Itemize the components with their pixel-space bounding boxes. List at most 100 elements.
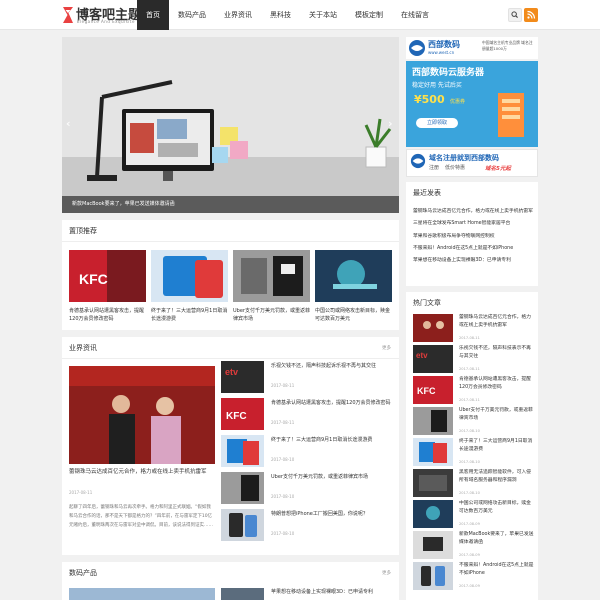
- news-thumbnail: etv: [221, 361, 264, 393]
- westcn-logo-icon: [409, 40, 425, 56]
- hot-posts-widget: 热门文章 蕾钢珠马云达成百亿元合作，格力或在线上卖手机抗雷军 2017-08-1…: [406, 292, 538, 600]
- hot-item[interactable]: etv 乐视欠钱不还，隔声科技表示不再与其交往 2017-08-11: [413, 345, 533, 375]
- nav-tech[interactable]: 黑科技: [261, 0, 300, 30]
- hero-slider[interactable]: ‹ › 新款MacBook要来了，苹果已发送媒体邀请函: [62, 37, 399, 213]
- ad1-url: www.west.cn: [428, 50, 455, 55]
- hot-item[interactable]: 中国公司或网络攻击新目标，赎金可达数百万美元 2017-08-09: [413, 500, 533, 530]
- slider-next-button[interactable]: ›: [388, 117, 393, 130]
- hot-item-title: 新款MacBook要来了，苹果已发送媒体邀请函: [459, 532, 534, 545]
- news-date: 2017-08-10: [271, 457, 295, 462]
- featured-card[interactable]: Uber支付千万美元罚款，或重返菲律宾市场: [233, 250, 310, 323]
- ad-cloud-server[interactable]: 西部数码云服务器 稳定好用 先试后买 ¥500 优惠券 立即领取: [406, 61, 538, 147]
- industry-big-title[interactable]: 蕾钢珠马云达成百亿元合作，格力或在线上卖手机抗雷军: [69, 467, 215, 477]
- hot-thumbnail: [413, 407, 453, 435]
- ad2-slogan: 稳定好用 先试后买: [412, 82, 462, 89]
- news-thumbnail: [221, 509, 264, 541]
- latest-item[interactable]: 苹果想在移动设备上实现裸眼3D：已申请专利: [413, 255, 533, 267]
- featured-card[interactable]: 终于来了！三大运营商9月1日取消长途漫游费: [151, 250, 228, 323]
- featured-card-title: 肯德基承认网站遭黑客攻击，提醒120万会员修改密码: [69, 308, 145, 322]
- hot-item[interactable]: 新款MacBook要来了，苹果已发送媒体邀请函 2017-08-09: [413, 531, 533, 561]
- industry-section: 业界资讯 更多 蕾钢珠马云达成百亿元合作，格力或在线上卖手机抗雷军 2017-0…: [62, 337, 399, 555]
- hot-item-title: 乐视欠钱不还，隔声科技表示不再与其交往: [459, 346, 531, 359]
- ad1-note: 中国域名主机专业品牌 域名注册量超1000万: [482, 40, 533, 51]
- industry-list-item[interactable]: etv 乐视欠钱不还，隔声科技起诉乐视不再与其交往 2017-08-11: [221, 361, 391, 397]
- ad2-price-note: 优惠券: [450, 99, 466, 105]
- hot-item-date: 2017-08-09: [459, 584, 480, 588]
- hot-title: 热门文章: [413, 299, 441, 307]
- latest-item[interactable]: 苹果和谷歌积极布局争夺物联网控制权: [413, 231, 533, 243]
- latest-item[interactable]: 三星将在全球发布Smart Home智能家居平台: [413, 218, 533, 230]
- slider-caption[interactable]: 新款MacBook要来了，苹果已发送媒体邀请函: [62, 196, 399, 213]
- hot-item[interactable]: 不服来辩！Android在这5点上就是不如iPhone 2017-08-09: [413, 562, 533, 592]
- featured-title: 置顶推荐: [69, 227, 97, 235]
- hot-item[interactable]: Uber支付千万美元罚款，或重返菲律宾市场 2017-08-10: [413, 407, 533, 437]
- nav-home[interactable]: 首页: [137, 0, 169, 30]
- digital-more-link[interactable]: 更多: [382, 570, 391, 576]
- news-date: 2017-08-11: [271, 383, 295, 388]
- nav-industry[interactable]: 业界资讯: [215, 0, 261, 30]
- westcn-small-logo-icon: [410, 153, 426, 169]
- hot-item-date: 2017-08-11: [459, 398, 480, 402]
- hot-item[interactable]: 蕾钢珠马云达成百亿元合作，格力或在线上卖手机抗雷军 2017-08-11: [413, 314, 533, 344]
- digital-first-item[interactable]: 苹果想在移动设备上实现裸眼3D：已申请专利: [271, 588, 391, 595]
- hot-item-title: 终于来了！三大运营商9月1日取消长途漫游费: [459, 439, 533, 452]
- featured-thumbnail: [233, 250, 310, 302]
- hot-item-date: 2017-08-09: [459, 522, 480, 526]
- industry-header: 业界资讯 更多: [62, 337, 399, 359]
- ad2-claim-button[interactable]: 立即领取: [416, 118, 458, 128]
- ad3-promo: 域名5元起: [485, 166, 511, 172]
- nav-digital[interactable]: 数码产品: [169, 0, 215, 30]
- industry-big-image[interactable]: [69, 366, 215, 464]
- rss-button[interactable]: [524, 8, 538, 22]
- ad3-title: 域名注册就到西部数码: [429, 154, 499, 162]
- nav-about[interactable]: 关于本站: [300, 0, 346, 30]
- latest-item[interactable]: 蕾钢珠马云达成百亿元合作，格力或在线上卖手机抗雷军: [413, 206, 533, 218]
- nav-custom[interactable]: 模板定制: [346, 0, 392, 30]
- hot-thumbnail: [413, 469, 453, 497]
- hot-item-title: 中国公司或网络攻击新目标，赎金可达数百万美元: [459, 501, 531, 514]
- hot-item-title: 黑客用无法追踪智能软件，可入侵所有域名服务器和程序漏洞: [459, 470, 531, 483]
- hot-item[interactable]: 终于来了！三大运营商9月1日取消长途漫游费 2017-08-10: [413, 438, 533, 468]
- industry-big-date: 2017-08-11: [69, 490, 93, 495]
- svg-text:etv: etv: [225, 367, 238, 377]
- ad-westcn-brand[interactable]: 西部数码 www.west.cn 中国域名主机专业品牌 域名注册量超1000万: [406, 37, 538, 59]
- hot-item[interactable]: 黑客用无法追踪智能软件，可入侵所有域名服务器和程序漏洞 2017-08-10: [413, 469, 533, 499]
- hot-item-date: 2017-08-10: [459, 491, 480, 495]
- hot-item[interactable]: KFC 肯德基承认网站遭黑客攻击，提醒120万会员修改密码 2017-08-11: [413, 376, 533, 406]
- hot-item-title: 不服来辩！Android在这5点上就是不如iPhone: [459, 563, 534, 576]
- ad2-claim-button-label: 立即领取: [426, 120, 447, 126]
- hot-item-date: 2017-08-10: [459, 460, 480, 464]
- hot-thumbnail: [413, 314, 453, 342]
- digital-first-image[interactable]: [69, 588, 215, 600]
- svg-text:KFC: KFC: [226, 411, 247, 422]
- hot-thumbnail: [413, 438, 453, 466]
- rss-icon: [527, 10, 536, 19]
- news-title: 乐视欠钱不还，隔声科技起诉乐视不再与其交往: [271, 363, 377, 369]
- news-thumbnail: [221, 472, 264, 504]
- industry-more-link[interactable]: 更多: [382, 345, 391, 351]
- latest-item[interactable]: 不服来辩！Android在这5点上就是不如iPhone: [413, 243, 533, 255]
- featured-card[interactable]: KFC 肯德基承认网站遭黑客攻击，提醒120万会员修改密码: [69, 250, 146, 323]
- industry-list-item[interactable]: KFC 肯德基承认网站遭黑客攻击，提醒120万会员修改密码 2017-08-11: [221, 398, 391, 434]
- industry-list-item[interactable]: 终于来了！三大运营商9月1日取消长途漫游费 2017-08-10: [221, 435, 391, 471]
- ad-domain[interactable]: 域名注册就到西部数码 注册 低价特惠 域名5元起: [406, 149, 538, 177]
- industry-list-item[interactable]: 特朗普想把iPhone工厂搬回美国，你说呢？ 2017-08-10: [221, 509, 391, 545]
- hot-item-title: Uber支付千万美元罚款，或重返菲律宾市场: [459, 408, 533, 421]
- slider-prev-button[interactable]: ‹: [66, 117, 71, 130]
- logo-subtitle: Elegance And Exquisite: [77, 19, 135, 24]
- ad3-price: 低价特惠: [445, 165, 466, 171]
- search-button[interactable]: [508, 8, 522, 22]
- hot-item-date: 2017-08-11: [459, 367, 480, 371]
- digital-first-thumb[interactable]: [221, 588, 264, 600]
- site-logo[interactable]: 博客吧主题 Elegance And Exquisite: [62, 4, 141, 28]
- featured-card-title: Uber支付千万美元罚款，或重返菲律宾市场: [233, 308, 310, 322]
- hot-item-date: 2017-08-11: [459, 336, 480, 340]
- news-thumbnail: KFC: [221, 398, 264, 430]
- digital-section: 数码产品 更多 苹果想在移动设备上实现裸眼3D：已申请专利: [62, 562, 399, 600]
- latest-list: 蕾钢珠马云达成百亿元合作，格力或在线上卖手机抗雷军 三星将在全球发布Smart …: [413, 206, 533, 267]
- news-title: 特朗普想把iPhone工厂搬回美国，你说呢？: [271, 511, 368, 517]
- industry-list-item[interactable]: Uber支付千万美元罚款，或重返菲律宾市场 2017-08-10: [221, 472, 391, 508]
- featured-card[interactable]: 中国公司或网络攻击新目标，赎金可达数百万美元: [315, 250, 392, 323]
- industry-big-excerpt: 起聊了四年后，蕾钢珠和马云再次牵手。格力和阿里正式联姻。“假如我和马云合作的话，…: [69, 505, 213, 528]
- nav-guestbook[interactable]: 在线留言: [392, 0, 438, 30]
